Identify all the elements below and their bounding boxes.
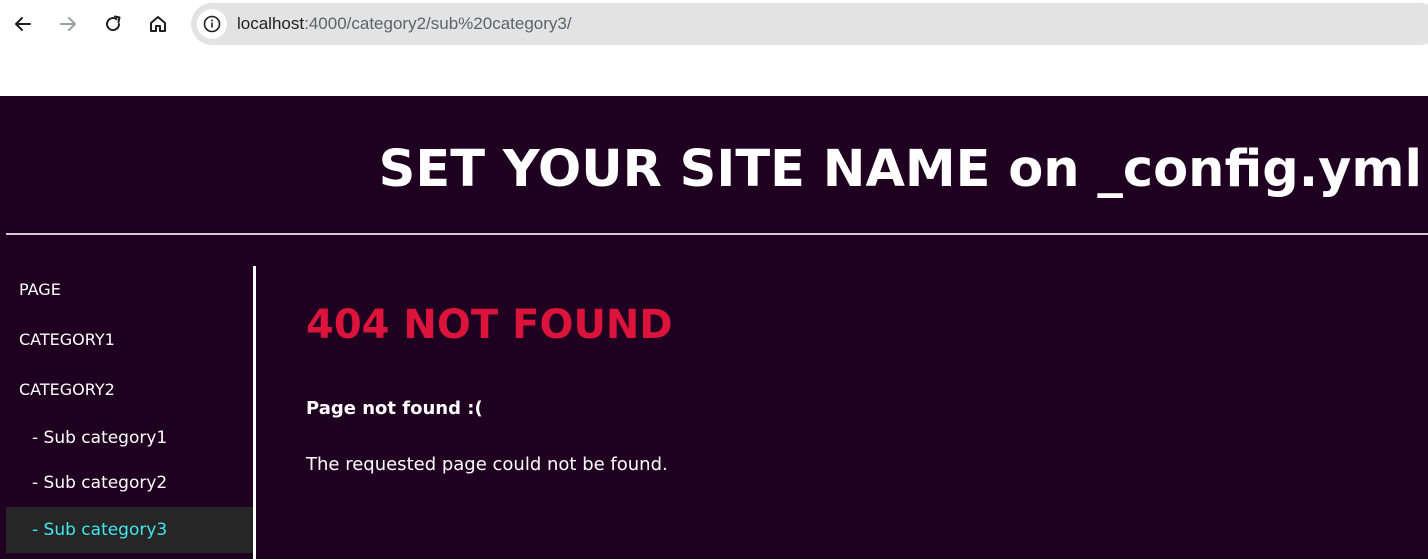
sidebar-item-sub-category2[interactable]: - Sub category2 [6, 473, 253, 493]
sidebar-item-page[interactable]: PAGE [6, 280, 253, 299]
forward-arrow-icon [60, 17, 76, 31]
error-title: 404 NOT FOUND [306, 302, 673, 348]
url-path: :4000/category2/sub%20category3/ [304, 14, 572, 33]
back-arrow-icon [15, 17, 31, 31]
url-host: localhost [237, 14, 305, 33]
site-info-button[interactable] [197, 9, 227, 39]
site-page: SET YOUR SITE NAME on _config.yml PAGE C… [0, 96, 1428, 559]
error-subtitle: Page not found :( [306, 398, 483, 419]
address-bar[interactable]: localhost:4000/category2/sub%20category3… [191, 3, 1428, 45]
url-text[interactable]: localhost:4000/category2/sub%20category3… [237, 14, 572, 34]
browser-toolbar: localhost:4000/category2/sub%20category3… [0, 0, 1428, 96]
sidebar-item-sub-category3[interactable]: - Sub category3 [6, 507, 253, 553]
home-button[interactable] [142, 8, 174, 40]
reload-button[interactable] [97, 8, 129, 40]
header-divider [6, 233, 1428, 235]
forward-button[interactable] [52, 8, 84, 40]
info-icon [203, 15, 221, 33]
sidebar-divider [253, 266, 256, 559]
sidebar-item-category1[interactable]: CATEGORY1 [6, 330, 253, 349]
reload-icon [106, 15, 121, 32]
back-button[interactable] [7, 8, 39, 40]
site-title[interactable]: SET YOUR SITE NAME on _config.yml [379, 140, 1422, 199]
sidebar-item-sub-category1[interactable]: - Sub category1 [6, 428, 253, 448]
sidebar-nav: PAGE CATEGORY1 CATEGORY2 - Sub category1… [6, 266, 253, 559]
error-description: The requested page could not be found. [306, 454, 668, 475]
home-icon [150, 16, 166, 32]
sidebar-item-category2[interactable]: CATEGORY2 [6, 380, 253, 399]
